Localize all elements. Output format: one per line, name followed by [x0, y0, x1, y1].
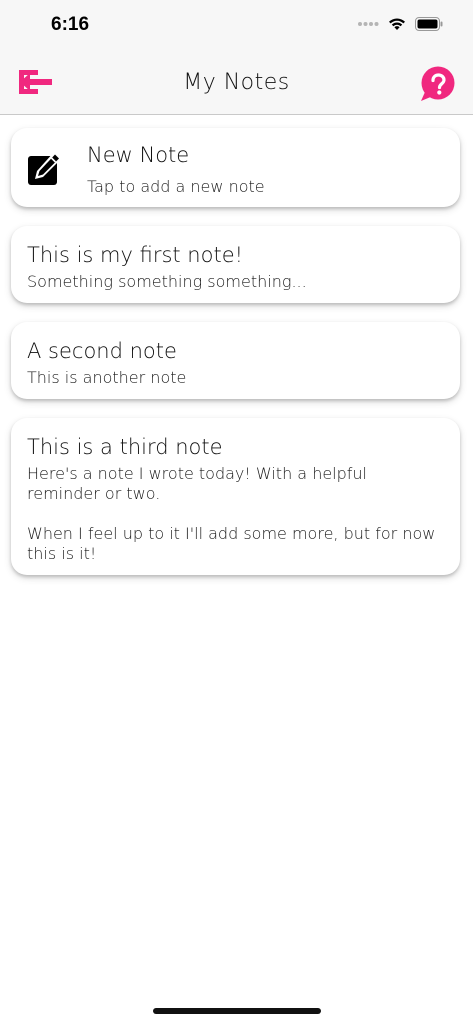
- note-body: Something something something...: [27, 272, 307, 291]
- battery-icon: [415, 17, 443, 31]
- notes-list: New Note Tap to add a new note This is m…: [11, 128, 460, 594]
- signal-dots-icon: [358, 22, 379, 26]
- note-card[interactable]: This is my first note! Something somethi…: [11, 226, 460, 303]
- note-card[interactable]: A second note This is another note: [11, 322, 460, 399]
- navigation-bar: My Notes: [0, 52, 473, 115]
- status-time: 6:16: [51, 14, 90, 35]
- new-note-card[interactable]: New Note Tap to add a new note: [11, 128, 460, 207]
- new-note-title: New Note: [87, 143, 190, 167]
- note-body: This is another note: [27, 368, 187, 387]
- question-bubble-icon: [421, 66, 455, 101]
- note-body: Here's a note I wrote today! With a help…: [27, 464, 436, 563]
- wifi-icon: [389, 18, 405, 30]
- note-title: A second note: [27, 339, 177, 363]
- status-icons: [357, 17, 443, 31]
- help-button[interactable]: [417, 65, 457, 103]
- note-title: This is my first note!: [27, 243, 244, 267]
- note-title: This is a third note: [27, 435, 223, 459]
- pencil-square-icon: [28, 152, 61, 185]
- note-card[interactable]: This is a third note Here's a note I wro…: [11, 418, 460, 575]
- new-note-subtitle: Tap to add a new note: [87, 177, 265, 196]
- status-bar: 6:16: [0, 0, 473, 52]
- page-title: My Notes: [183, 70, 290, 95]
- home-indicator[interactable]: [153, 1008, 321, 1014]
